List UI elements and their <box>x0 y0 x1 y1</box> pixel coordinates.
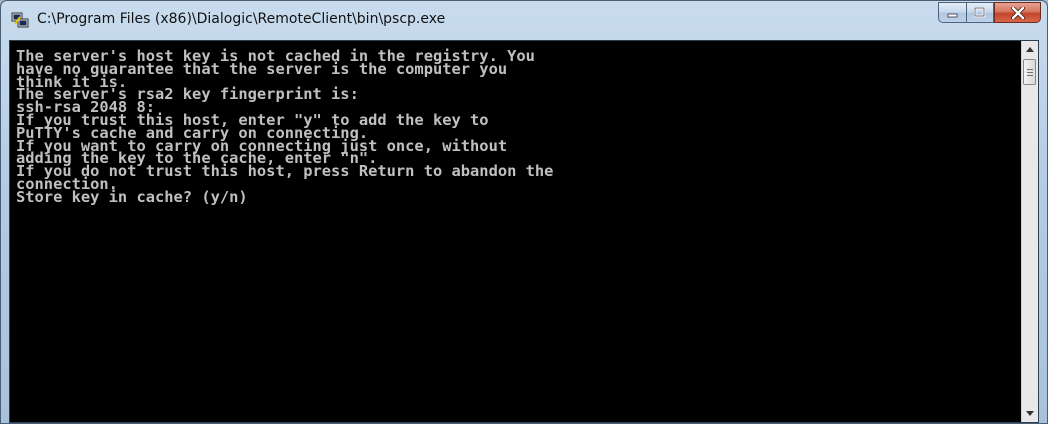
vertical-scrollbar[interactable] <box>1021 41 1038 422</box>
window-title: C:\Program Files (x86)\Dialogic\RemoteCl… <box>37 11 446 27</box>
scroll-up-button[interactable] <box>1022 41 1038 58</box>
console-prompt: Store key in cache? (y/n) <box>16 187 248 206</box>
console-window: C:\Program Files (x86)\Dialogic\RemoteCl… <box>0 0 1048 424</box>
thumb-grip-line <box>1027 69 1033 70</box>
maximize-button[interactable] <box>966 2 994 23</box>
scroll-down-arrow-icon <box>1026 411 1034 416</box>
thumb-grip-line <box>1027 72 1033 73</box>
console-output: The server's host key is not cached in t… <box>16 48 1016 206</box>
thumb-grip-line <box>1027 75 1033 76</box>
console-client-area[interactable]: The server's host key is not cached in t… <box>9 40 1039 423</box>
putty-terminal-icon <box>11 12 29 28</box>
close-icon <box>1010 6 1025 19</box>
minimize-button[interactable] <box>938 2 966 23</box>
maximize-icon <box>974 7 986 18</box>
scroll-down-button[interactable] <box>1022 405 1038 422</box>
caption-buttons <box>938 2 1041 24</box>
title-bar[interactable]: C:\Program Files (x86)\Dialogic\RemoteCl… <box>1 1 1047 39</box>
close-button[interactable] <box>994 2 1041 23</box>
minimize-icon <box>947 13 957 17</box>
scroll-up-arrow-icon <box>1026 47 1034 52</box>
scroll-thumb[interactable] <box>1023 59 1036 85</box>
